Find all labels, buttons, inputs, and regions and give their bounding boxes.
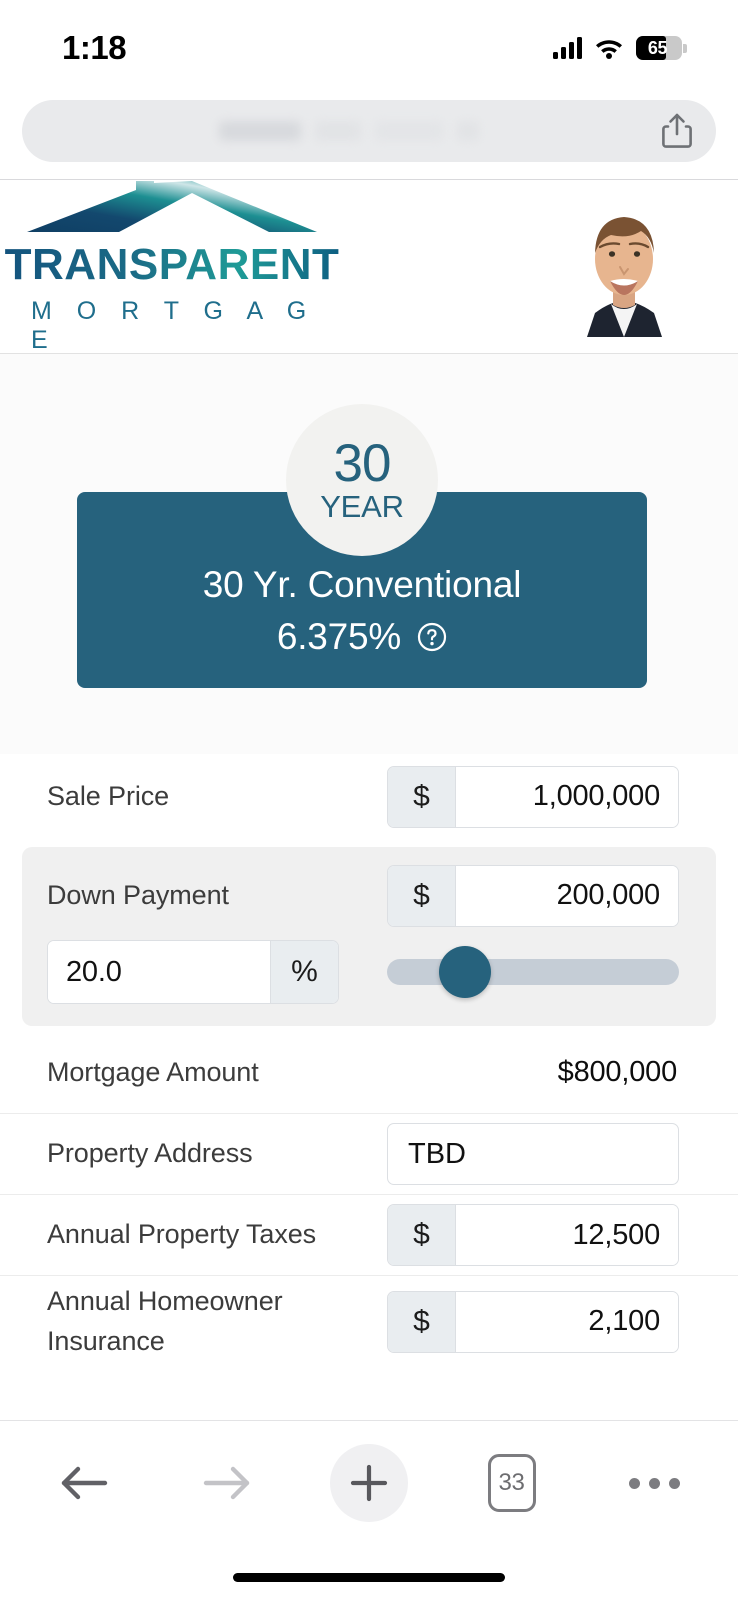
down-payment-percent-input[interactable]: 20.0 [48,941,270,1003]
sale-price-input[interactable]: 1,000,000 [456,766,678,827]
tab-count-badge: 33 [487,1454,536,1512]
back-button[interactable] [44,1443,124,1523]
brand-name: TRANSPARENT [4,240,340,289]
forward-button[interactable] [187,1443,267,1523]
back-arrow-icon [61,1466,108,1500]
dollar-prefix-icon: $ [388,1291,456,1352]
address-bar-text-redacted [219,120,479,141]
down-payment-input-group[interactable]: $ 200,000 [387,864,679,927]
rate-value-row: 6.375% [77,616,647,658]
label-mortgage-amount: Mortgage Amount [47,1056,259,1087]
brand-logo[interactable]: TRANSPARENT M O R T G A G E [5,179,339,355]
row-down-payment: Down Payment $ 200,000 [22,855,716,936]
down-payment-percent-row: 20.0 % [22,940,716,1004]
battery-percent-label: 65 [647,37,668,58]
term-badge: 30 YEAR [286,404,438,556]
share-icon[interactable] [660,112,694,150]
annual-property-taxes-input-group[interactable]: $ 12,500 [387,1204,679,1266]
row-sale-price: Sale Price $ 1,000,000 [0,756,738,837]
down-payment-input[interactable]: 200,000 [456,865,678,926]
down-payment-percent-group[interactable]: 20.0 % [47,940,339,1004]
row-property-address: Property Address TBD [0,1113,738,1194]
sale-price-input-group[interactable]: $ 1,000,000 [387,765,679,828]
row-annual-homeowner-insurance: Annual Homeowner Insurance $ 2,100 [0,1275,738,1367]
label-property-address: Property Address [47,1138,253,1169]
term-badge-word: YEAR [320,489,404,525]
rate-product-name: 30 Yr. Conventional [202,564,522,605]
label-sale-price: Sale Price [47,780,170,811]
label-annual-homeowner-insurance: Annual Homeowner Insurance [47,1286,283,1356]
more-ellipsis-icon [628,1477,680,1489]
browser-toolbar-row: 33 [0,1421,738,1523]
mortgage-calculator-form: Sale Price $ 1,000,000 Down Payment $ 20… [0,756,738,1367]
dollar-prefix-icon: $ [388,766,456,827]
property-address-input[interactable]: TBD [387,1123,679,1185]
term-badge-number: 30 [333,433,392,493]
status-indicators: 65 [553,36,687,60]
label-annual-property-taxes: Annual Property Taxes [47,1219,317,1250]
annual-homeowner-insurance-input[interactable]: 2,100 [456,1291,678,1352]
annual-homeowner-insurance-input-group[interactable]: $ 2,100 [387,1290,679,1353]
row-annual-property-taxes: Annual Property Taxes $ 12,500 [0,1194,738,1275]
slider-thumb[interactable] [439,946,491,998]
site-header: TRANSPARENT M O R T G A G E [0,181,738,354]
browser-chrome [0,82,738,180]
battery-icon: 65 [636,36,687,60]
brand-subtitle: M O R T G A G E [31,297,316,354]
mobile-screen: 1:18 65 TRANSPARENT M O R T G A G E 30 Y… [0,0,738,1600]
percent-suffix-icon: % [270,941,338,1003]
new-tab-button[interactable] [329,1443,409,1523]
down-payment-slider[interactable] [387,940,679,1004]
tabs-button[interactable]: 33 [472,1443,552,1523]
mortgage-amount-value: $800,000 [557,1056,678,1088]
address-bar[interactable] [22,99,716,162]
plus-icon [350,1464,388,1502]
annual-property-taxes-input[interactable]: 12,500 [456,1205,678,1265]
home-indicator [233,1573,505,1582]
wifi-icon [596,40,622,59]
row-mortgage-amount: Mortgage Amount $800,000 [0,1032,738,1113]
rate-percentage: 6.375% [276,616,402,658]
forward-arrow-icon [203,1466,249,1500]
slider-track[interactable] [387,959,679,985]
dollar-prefix-icon: $ [388,1205,456,1265]
house-roof-icon [27,181,317,232]
browser-toolbar: 33 [0,1420,738,1600]
status-time: 1:18 [62,29,127,66]
down-payment-block: Down Payment $ 200,000 20.0 % [22,847,716,1026]
question-circle-icon[interactable] [417,622,447,652]
dollar-prefix-icon: $ [388,865,456,926]
more-menu-button[interactable] [614,1443,694,1523]
status-bar: 1:18 65 [0,0,738,80]
label-down-payment: Down Payment [47,879,229,910]
cellular-bars-icon [553,37,582,59]
loan-officer-headshot[interactable] [567,197,682,337]
